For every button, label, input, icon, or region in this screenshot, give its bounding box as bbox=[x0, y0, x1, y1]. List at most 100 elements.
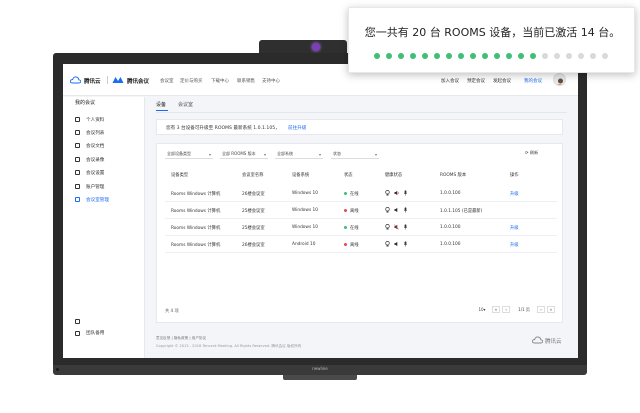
sidebar: 我的会议 个人资料 会议列表 会议文档 会议录像 会议设置 账户管理 会议室管理… bbox=[63, 97, 145, 358]
nav-pricing[interactable]: 定价与购买 bbox=[180, 78, 203, 84]
tab-divider bbox=[156, 112, 567, 113]
sidebar-item-label: 会议室管理 bbox=[86, 197, 109, 203]
sidebar-item-account[interactable]: 账户管理 bbox=[69, 181, 141, 192]
sidebar-item-label: 会议设置 bbox=[86, 170, 105, 176]
active-device-dot bbox=[530, 53, 536, 59]
active-device-dot bbox=[374, 53, 380, 59]
callout-text: 您一共有 20 台 ROOMS 设备，当前已激活 14 台。 bbox=[364, 26, 621, 39]
sidebar-item-meeting-list[interactable]: 会议列表 bbox=[69, 127, 141, 138]
inactive-device-dot bbox=[590, 53, 596, 59]
sidebar-team-backup[interactable]: 团队备用 bbox=[75, 330, 135, 336]
first-page-button[interactable]: « bbox=[492, 306, 500, 313]
table-row: Rooms Windows 计算机 26楼会议室 Android 10 离线 1… bbox=[165, 236, 557, 253]
camera-health-icon bbox=[385, 241, 390, 247]
page-total: /1 页 bbox=[520, 306, 530, 312]
account-icon bbox=[75, 184, 80, 189]
cell-room: 26楼会议室 bbox=[242, 243, 265, 248]
device-type-filter[interactable]: 全部设备类型 ▾ bbox=[165, 150, 213, 159]
product-name[interactable]: 腾讯会议 bbox=[127, 77, 149, 85]
nav-download[interactable]: 下载中心 bbox=[211, 78, 229, 84]
col-health: 健康状态 bbox=[385, 173, 403, 178]
nav-support[interactable]: 支持中心 bbox=[262, 78, 280, 84]
first-page-icon: « bbox=[494, 307, 498, 312]
col-status: 状态 bbox=[344, 173, 353, 178]
chevron-down-icon: ▾ bbox=[208, 151, 211, 157]
refresh-label: 刷新 bbox=[529, 150, 539, 155]
tab-devices[interactable]: 设备 bbox=[156, 101, 166, 108]
cell-status: 离线 bbox=[344, 208, 359, 214]
active-device-dot bbox=[482, 53, 488, 59]
avatar[interactable] bbox=[553, 73, 566, 86]
rooms-version-filter[interactable]: 全部 ROOMS 版本 ▾ bbox=[220, 150, 268, 159]
last-page-button[interactable]: » bbox=[547, 306, 555, 313]
chevron-down-icon: ▾ bbox=[318, 151, 321, 157]
logo-text[interactable]: 腾讯云 bbox=[84, 77, 101, 85]
sidebar-item-documents[interactable]: 会议文档 bbox=[69, 140, 141, 151]
tab-active-indicator bbox=[156, 110, 168, 111]
start-meeting-link[interactable]: 发起会议 bbox=[493, 78, 511, 84]
cell-room: 26楼会议室 bbox=[242, 192, 265, 197]
logo-divider bbox=[107, 76, 108, 84]
microphone-health-icon bbox=[403, 190, 408, 196]
health-icons bbox=[385, 224, 408, 230]
active-device-dot bbox=[446, 53, 452, 59]
footer-links[interactable]: 意见反馈 | 隐私政策 | 用户协议 bbox=[156, 336, 206, 341]
upgrade-button[interactable]: 升级 bbox=[510, 225, 519, 231]
cell-os: Windows 10 bbox=[292, 191, 319, 196]
join-meeting-link[interactable]: 加入会议 bbox=[441, 78, 459, 84]
active-device-dot bbox=[398, 53, 404, 59]
cell-status: 在线 bbox=[344, 225, 359, 231]
cell-os: Windows 10 bbox=[292, 208, 319, 213]
filter-label: 全部 ROOMS 版本 bbox=[222, 151, 256, 156]
stage: newline 腾讯云 腾讯会议 会议室 定价与购买 下载中心 联系销售 支持中… bbox=[0, 0, 640, 413]
status-text: 在线 bbox=[350, 192, 359, 197]
nav-contact-sales[interactable]: 联系销售 bbox=[237, 78, 255, 84]
sidebar-item-room-management[interactable]: 会议室管理 bbox=[69, 194, 141, 205]
sidebar-item-label: 会议录像 bbox=[86, 157, 105, 163]
tencent-meeting-logo-icon bbox=[112, 77, 124, 83]
my-meetings-link[interactable]: 我的会议 bbox=[524, 78, 542, 84]
camera-health-icon bbox=[385, 190, 390, 196]
page-size-select[interactable]: 10 ▾ bbox=[475, 306, 489, 313]
nav-meeting-room[interactable]: 会议室 bbox=[160, 78, 174, 84]
active-device-dot bbox=[494, 53, 500, 59]
document-icon bbox=[75, 143, 80, 148]
sidebar-item-settings[interactable]: 会议设置 bbox=[69, 167, 141, 178]
upgrade-button[interactable]: 升级 bbox=[510, 191, 519, 197]
active-device-dot bbox=[470, 53, 476, 59]
footer-cloud-logo-icon bbox=[532, 336, 543, 344]
sidebar-title: 我的会议 bbox=[75, 100, 96, 106]
cell-room: 25楼会议室 bbox=[242, 226, 265, 231]
upgrade-link[interactable]: 前往升级 bbox=[288, 125, 306, 131]
page-indicator[interactable]: 1/1 页 bbox=[513, 306, 535, 313]
chevron-down-icon: ▾ bbox=[374, 151, 377, 157]
sidebar-bottom-label: 团队备用 bbox=[86, 331, 105, 336]
sidebar-item-recordings[interactable]: 会议录像 bbox=[69, 154, 141, 165]
next-page-button[interactable]: › bbox=[537, 306, 545, 313]
filter-label: 状态 bbox=[333, 151, 341, 156]
col-room-name: 会议室名称 bbox=[242, 173, 264, 178]
chevron-down-icon: ▾ bbox=[483, 307, 486, 312]
cell-device-type: Rooms Windows 计算机 bbox=[171, 226, 221, 231]
status-filter[interactable]: 状态 ▾ bbox=[331, 150, 379, 159]
tab-meeting-rooms[interactable]: 会议室 bbox=[178, 101, 193, 108]
prev-page-button[interactable]: ‹ bbox=[502, 306, 510, 313]
cell-device-type: Rooms Windows 计算机 bbox=[171, 209, 221, 214]
tencent-cloud-logo-icon bbox=[70, 76, 81, 84]
upgrade-button[interactable]: 升级 bbox=[510, 242, 519, 248]
col-device-type: 设备类型 bbox=[171, 173, 189, 178]
sidebar-stamp[interactable] bbox=[75, 319, 135, 324]
table-row: Rooms Windows 计算机 26楼会议室 Windows 10 在线 1… bbox=[165, 185, 557, 202]
cell-device-type: Rooms Windows 计算机 bbox=[171, 243, 221, 248]
health-icons bbox=[385, 207, 408, 213]
copyright: Copyright © 2013 - 2018 Tencent Meeting.… bbox=[156, 344, 302, 348]
status-offline-dot bbox=[344, 243, 347, 246]
activation-dots bbox=[374, 53, 608, 59]
schedule-meeting-link[interactable]: 预定会议 bbox=[467, 78, 485, 84]
active-device-dot bbox=[458, 53, 464, 59]
sidebar-item-profile[interactable]: 个人资料 bbox=[69, 114, 141, 125]
refresh-button[interactable]: ⟳ 刷新 bbox=[525, 150, 538, 156]
refresh-icon: ⟳ bbox=[525, 150, 529, 155]
system-filter[interactable]: 全部系统 ▾ bbox=[275, 150, 323, 159]
camera-health-icon bbox=[385, 224, 390, 230]
